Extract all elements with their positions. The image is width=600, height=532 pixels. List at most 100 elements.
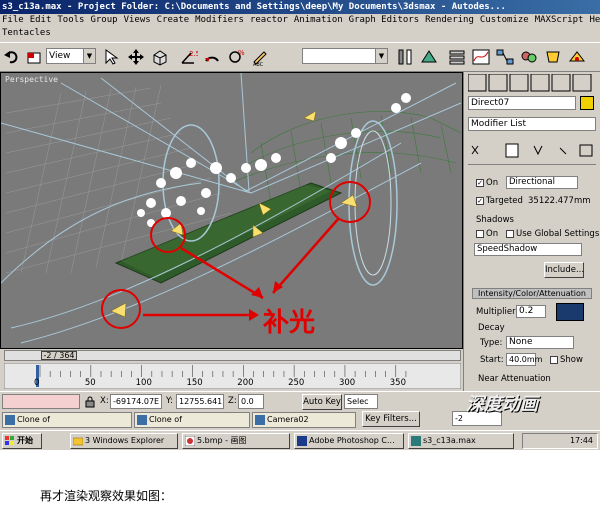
perspective-viewport[interactable]: 补光 Perspective xyxy=(0,72,463,349)
light-type-combo[interactable]: Directional xyxy=(506,176,578,189)
render-setup-icon[interactable] xyxy=(543,47,563,67)
windows-logo-icon xyxy=(5,436,14,445)
chevron-down-icon: ▼ xyxy=(83,49,95,63)
menu-bar: File Edit Tools Group Views Create Modifiers re… xyxy=(0,14,600,42)
object-color-swatch[interactable] xyxy=(580,96,594,110)
object-name-field[interactable]: Direct07 xyxy=(468,96,576,110)
include-button[interactable]: Include... xyxy=(544,262,584,278)
decay-type-label: Type: xyxy=(480,338,503,348)
time-slider[interactable]: -2 / 364 xyxy=(4,350,461,361)
svg-text:ABC: ABC xyxy=(253,62,264,67)
light-on-label: On xyxy=(486,178,499,188)
screenshot: s3_c13a.max - Project Folder: C:\Documen… xyxy=(0,0,600,450)
light-on-checkbox[interactable]: ✓ On xyxy=(476,178,498,188)
modifier-stack-toolbar xyxy=(471,143,593,158)
percent-snap-icon[interactable] xyxy=(202,47,222,67)
selected-combo[interactable]: Selec xyxy=(344,394,378,409)
show-checkbox[interactable]: Show xyxy=(550,355,583,365)
x-coordinate[interactable]: -69174.07E xyxy=(110,394,162,409)
near-attenuation-label: Near Attenuation xyxy=(478,374,551,384)
taskbar-item-3dsmax[interactable]: s3_c13a.max xyxy=(408,433,514,449)
key-filters-button[interactable]: Key Filters... xyxy=(362,411,420,427)
lock-icon[interactable] xyxy=(84,396,96,408)
menu-item-tentacles[interactable]: Tentacles xyxy=(2,28,51,38)
taskbar-item-paint[interactable]: 5.bmp - 画图 xyxy=(182,433,290,449)
spinner-snap-icon[interactable]: % xyxy=(226,47,246,67)
modifier-list-combo[interactable]: Modifier List xyxy=(468,117,596,131)
mirror-icon[interactable] xyxy=(395,47,415,67)
taskbar-item-label: Adobe Photoshop C... xyxy=(309,436,395,445)
taskbar-item-photoshop[interactable]: Adobe Photoshop C... xyxy=(294,433,404,449)
material-editor-icon[interactable] xyxy=(519,47,539,67)
menu-item-group[interactable]: Group xyxy=(90,15,117,25)
select-icon[interactable] xyxy=(102,47,122,67)
quick-render-icon[interactable] xyxy=(567,47,587,67)
redo-icon[interactable] xyxy=(24,47,44,67)
targeted-label: Targeted xyxy=(486,196,523,206)
menu-item-maxscript[interactable]: MAXScript xyxy=(535,15,584,25)
paint-icon xyxy=(185,436,195,446)
use-global-checkbox[interactable]: Use Global Settings xyxy=(506,229,599,239)
menu-item-customize[interactable]: Customize xyxy=(480,15,529,25)
decay-start-input[interactable]: 40.0mm xyxy=(506,353,542,366)
menu-item-help[interactable]: Help xyxy=(589,15,600,25)
menu-item-create[interactable]: Create xyxy=(157,15,190,25)
menu-item-reactor[interactable]: reactor xyxy=(250,15,288,25)
clock[interactable]: 17:44 xyxy=(570,436,593,445)
angle-snap-icon[interactable]: 2.5 xyxy=(178,47,198,67)
curve-editor-icon[interactable] xyxy=(471,47,491,67)
minimized-window-label: Camera02 xyxy=(267,415,309,424)
timeline-tick-label: 200 xyxy=(237,378,254,388)
menu-item-views[interactable]: Views xyxy=(124,15,151,25)
multiplier-label: Multiplier: xyxy=(476,307,519,317)
layer-manager-icon[interactable] xyxy=(447,47,467,67)
menu-item-graph-editors[interactable]: Graph Editors xyxy=(349,15,419,25)
minimized-window-3[interactable]: Camera02 xyxy=(252,412,356,428)
selected-value: Selec xyxy=(347,397,369,406)
checkbox-icon xyxy=(476,229,484,238)
view-combo[interactable]: View ▼ xyxy=(46,48,96,64)
minimized-window-2[interactable]: Clone of xyxy=(134,412,250,428)
menu-item-edit[interactable]: Edit xyxy=(30,15,52,25)
shadows-group-label: Shadows xyxy=(476,215,514,225)
menu-item-tools[interactable]: Tools xyxy=(57,15,84,25)
menu-item-rendering[interactable]: Rendering xyxy=(425,15,474,25)
minimized-window-1[interactable]: Clone of xyxy=(2,412,132,428)
intensity-rollout-header[interactable]: Intensity/Color/Attenuation xyxy=(472,288,592,299)
edit-named-sets-icon[interactable]: ABC xyxy=(250,47,270,67)
check-icon: ✓ xyxy=(476,178,484,187)
window-icon xyxy=(5,415,15,425)
taskbar-item-explorer[interactable]: 3 Windows Explorer xyxy=(70,433,178,449)
move-icon[interactable] xyxy=(126,47,146,67)
targeted-checkbox[interactable]: ✓ Targeted xyxy=(476,196,523,206)
named-selection-combo[interactable]: ▼ xyxy=(302,48,388,64)
decay-type-combo[interactable]: None xyxy=(506,336,574,349)
x-value: -69174.07E xyxy=(113,397,160,406)
scale-icon[interactable] xyxy=(150,47,170,67)
y-coordinate[interactable]: 12755.641 xyxy=(176,394,224,409)
shadows-on-checkbox[interactable]: On xyxy=(476,229,498,239)
menu-item-animation[interactable]: Animation xyxy=(294,15,343,25)
menu-item-modifiers[interactable]: Modifiers xyxy=(195,15,244,25)
auto-key-button[interactable]: Auto Key xyxy=(302,394,342,410)
folder-icon xyxy=(73,437,83,446)
decay-type-value: None xyxy=(509,337,533,347)
use-global-label: Use Global Settings xyxy=(516,229,600,239)
schematic-view-icon[interactable] xyxy=(495,47,515,67)
maxscript-listener[interactable] xyxy=(2,394,80,409)
shadow-type-combo[interactable]: SpeedShadow xyxy=(474,243,582,256)
viewport-label[interactable]: Perspective xyxy=(5,75,58,84)
align-icon[interactable] xyxy=(419,47,439,67)
shadow-type-value: SpeedShadow xyxy=(477,244,538,254)
menu-item-file[interactable]: File xyxy=(2,15,24,25)
multiplier-value: 0.2 xyxy=(519,306,534,316)
frame-counter[interactable]: -2 / 364 xyxy=(41,351,77,360)
light-color-swatch[interactable] xyxy=(556,303,584,321)
main-toolbar: View ▼ 2.5 % ABC ▼ xyxy=(0,42,600,72)
start-button[interactable]: 开始 xyxy=(2,433,42,449)
z-coordinate[interactable]: 0.0 xyxy=(238,394,264,409)
multiplier-input[interactable]: 0.2 xyxy=(516,305,546,318)
window-titlebar: s3_c13a.max - Project Folder: C:\Documen… xyxy=(0,0,600,14)
undo-icon[interactable] xyxy=(2,47,22,67)
timeline-tick-label: 300 xyxy=(338,378,356,388)
